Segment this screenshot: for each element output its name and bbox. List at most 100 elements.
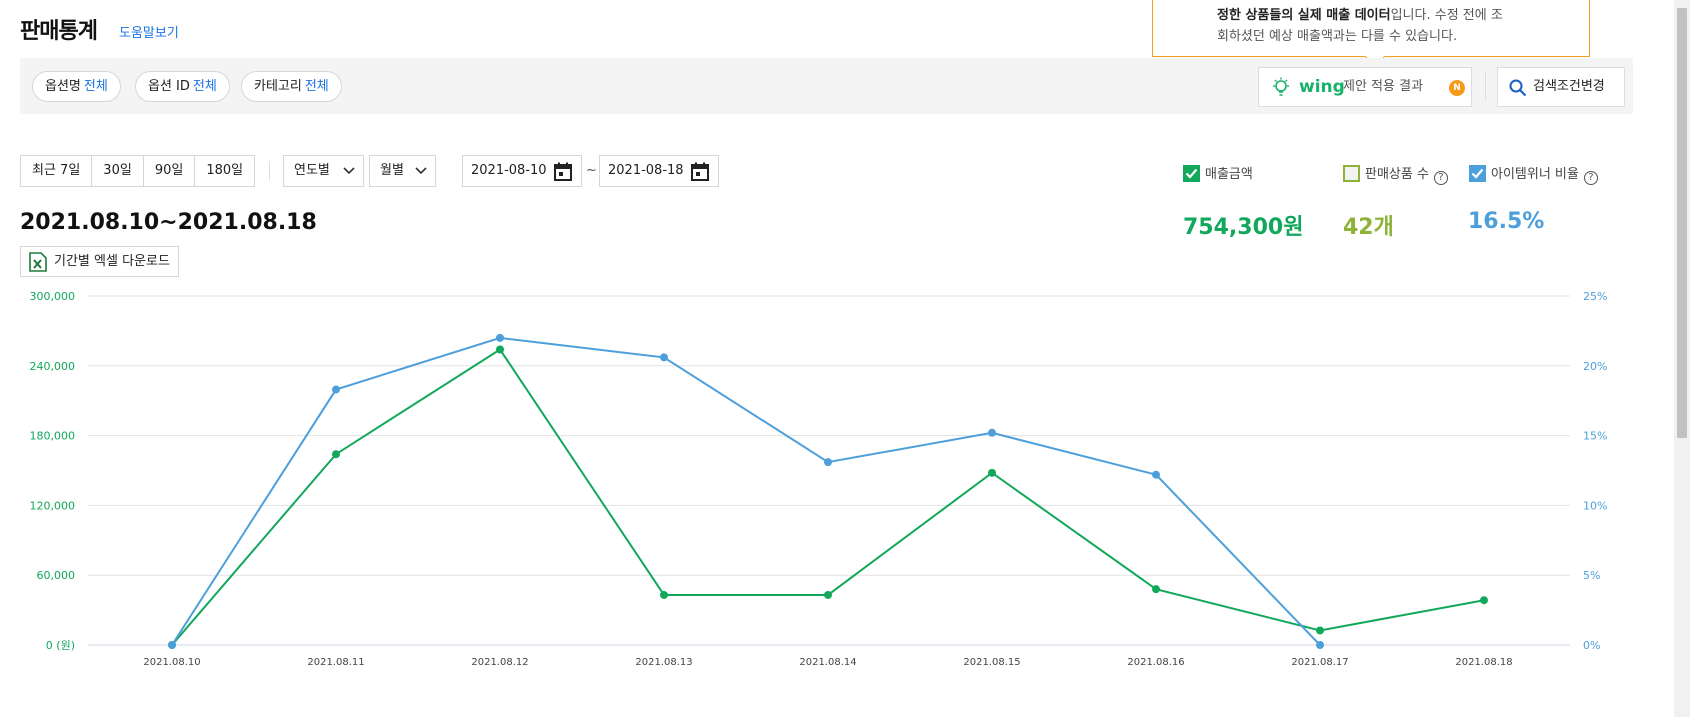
search-icon xyxy=(1509,79,1527,97)
item-winner-label: 아이템위너 비율 xyxy=(1491,167,1579,182)
excel-icon xyxy=(29,252,47,272)
items-sold-toggle[interactable]: 판매상품 수? xyxy=(1343,163,1448,185)
y-right-tick-label: 20% xyxy=(1583,360,1607,373)
y-left-tick-label: 60,000 xyxy=(37,569,76,582)
category-label: 카테고리 xyxy=(254,79,302,94)
excel-download-label: 기간별 엑셀 다운로드 xyxy=(54,254,170,269)
end-date-value: 2021-08-18 xyxy=(608,163,684,178)
page-title: 판매통계 xyxy=(20,19,98,44)
excel-download-button[interactable]: 기간별 엑셀 다운로드 xyxy=(20,246,179,277)
x-tick-label: 2021.08.12 xyxy=(471,657,528,668)
period-quick-buttons: 최근 7일 30일 90일 180일 xyxy=(20,155,256,187)
data-point xyxy=(660,353,668,362)
x-tick-label: 2021.08.11 xyxy=(307,657,364,668)
data-point xyxy=(332,385,340,394)
option-id-value: 전체 xyxy=(192,79,217,94)
tooltip-text: 입니다. 수정 전에 조 xyxy=(1390,8,1503,23)
x-tick-label: 2021.08.16 xyxy=(1127,657,1184,668)
info-tooltip: 정한 상품들의 실제 매출 데이터입니다. 수정 전에 조 회하셨던 예상 매출… xyxy=(1152,0,1590,67)
x-tick-label: 2021.08.18 xyxy=(1455,657,1512,668)
y-right-tick-label: 5% xyxy=(1583,569,1600,582)
month-select[interactable]: 월별 xyxy=(369,155,436,187)
year-select-label: 연도별 xyxy=(294,163,330,178)
option-name-label: 옵션명 xyxy=(45,79,81,94)
y-right-tick-label: 25% xyxy=(1583,290,1607,303)
scrollbar[interactable] xyxy=(1674,0,1690,717)
items-sold-label: 판매상품 수 xyxy=(1365,167,1429,182)
wing-logo: wing xyxy=(1299,77,1345,97)
y-left-tick-label: 0 (원) xyxy=(46,639,75,652)
series-line-2 xyxy=(171,336,1321,646)
data-point xyxy=(988,428,996,437)
x-tick-label: 2021.08.10 xyxy=(143,657,200,668)
series-line-1 xyxy=(171,348,1485,646)
data-point xyxy=(824,458,832,467)
wing-suggestion-button[interactable]: wing 제안 적용 결과 N xyxy=(1258,67,1472,107)
help-link[interactable]: 도움말보기 xyxy=(119,22,179,41)
y-left-tick-label: 240,000 xyxy=(30,360,76,373)
month-select-label: 월별 xyxy=(380,163,404,178)
item-winner-toggle[interactable]: 아이템위너 비율? xyxy=(1469,163,1598,185)
lightbulb-icon xyxy=(1273,77,1289,96)
checkbox-checked-icon[interactable] xyxy=(1469,165,1486,182)
help-icon[interactable]: ? xyxy=(1433,171,1448,185)
sales-total-value: 754,300원 xyxy=(1183,215,1304,240)
option-id-filter[interactable]: 옵션 ID 전체 xyxy=(135,71,230,102)
category-value: 전체 xyxy=(304,79,329,94)
data-point xyxy=(660,590,668,599)
option-id-label: 옵션 ID xyxy=(148,79,190,94)
data-point xyxy=(496,345,504,354)
filter-bar: 옵션명 전체 옵션 ID 전체 카테고리 전체 wing 제안 적용 결과 N 검색조… xyxy=(20,58,1633,114)
chevron-down-icon xyxy=(415,167,427,175)
calendar-icon xyxy=(691,162,709,181)
data-point xyxy=(168,641,176,649)
checkbox-checked-icon[interactable] xyxy=(1183,165,1200,182)
period-90d-button[interactable]: 90일 xyxy=(144,156,196,186)
start-date-input[interactable]: 2021-08-10 xyxy=(462,155,582,187)
y-left-tick-label: 180,000 xyxy=(30,430,76,443)
start-date-value: 2021-08-10 xyxy=(471,163,547,178)
y-right-tick-label: 0% xyxy=(1583,639,1600,652)
x-tick-label: 2021.08.15 xyxy=(963,657,1020,668)
new-badge: N xyxy=(1449,80,1465,96)
data-point xyxy=(332,450,340,459)
winner-ratio-value: 16.5% xyxy=(1468,209,1545,234)
end-date-input[interactable]: 2021-08-18 xyxy=(599,155,719,187)
scrollbar-thumb[interactable] xyxy=(1677,8,1687,438)
option-name-value: 전체 xyxy=(83,79,108,94)
date-range-title: 2021.08.10~2021.08.18 xyxy=(20,210,317,235)
option-name-filter[interactable]: 옵션명 전체 xyxy=(32,71,121,102)
chevron-down-icon xyxy=(343,167,355,175)
year-select[interactable]: 연도별 xyxy=(283,155,364,187)
data-point xyxy=(1152,585,1160,594)
sales-amount-label: 매출금액 xyxy=(1205,167,1253,182)
y-left-tick-label: 120,000 xyxy=(30,499,76,512)
search-condition-label: 검색조건변경 xyxy=(1533,79,1605,94)
data-point xyxy=(988,468,996,477)
y-left-tick-label: 300,000 xyxy=(30,290,76,303)
period-180d-button[interactable]: 180일 xyxy=(195,156,254,186)
checkbox-unchecked-icon[interactable] xyxy=(1343,165,1360,182)
y-right-tick-label: 15% xyxy=(1583,430,1607,443)
sales-amount-toggle[interactable]: 매출금액 xyxy=(1183,163,1253,182)
divider xyxy=(269,161,270,181)
y-right-tick-label: 10% xyxy=(1583,499,1607,512)
x-tick-label: 2021.08.13 xyxy=(635,657,692,668)
wing-label: 제안 적용 결과 xyxy=(1343,79,1424,94)
x-tick-label: 2021.08.17 xyxy=(1291,657,1348,668)
category-filter[interactable]: 카테고리 전체 xyxy=(241,71,342,102)
calendar-icon xyxy=(554,162,572,181)
data-point xyxy=(1316,641,1324,649)
tooltip-text-line2: 회하셨던 예상 매출액과는 다를 수 있습니다. xyxy=(1217,29,1458,44)
tooltip-bold-text: 정한 상품들의 실제 매출 데이터 xyxy=(1217,8,1391,23)
sales-chart: 0 (원) 60,000 120,000 180,000 240,000 300,000 0… xyxy=(30,290,1608,668)
search-condition-button[interactable]: 검색조건변경 xyxy=(1497,67,1625,107)
period-7d-button[interactable]: 최근 7일 xyxy=(21,156,93,186)
date-range-separator: ~ xyxy=(586,163,597,178)
data-point xyxy=(1480,596,1488,605)
data-point xyxy=(496,333,504,342)
data-point xyxy=(1316,626,1324,635)
help-icon[interactable]: ? xyxy=(1583,171,1598,185)
period-30d-button[interactable]: 30일 xyxy=(92,156,144,186)
divider xyxy=(1485,72,1486,100)
